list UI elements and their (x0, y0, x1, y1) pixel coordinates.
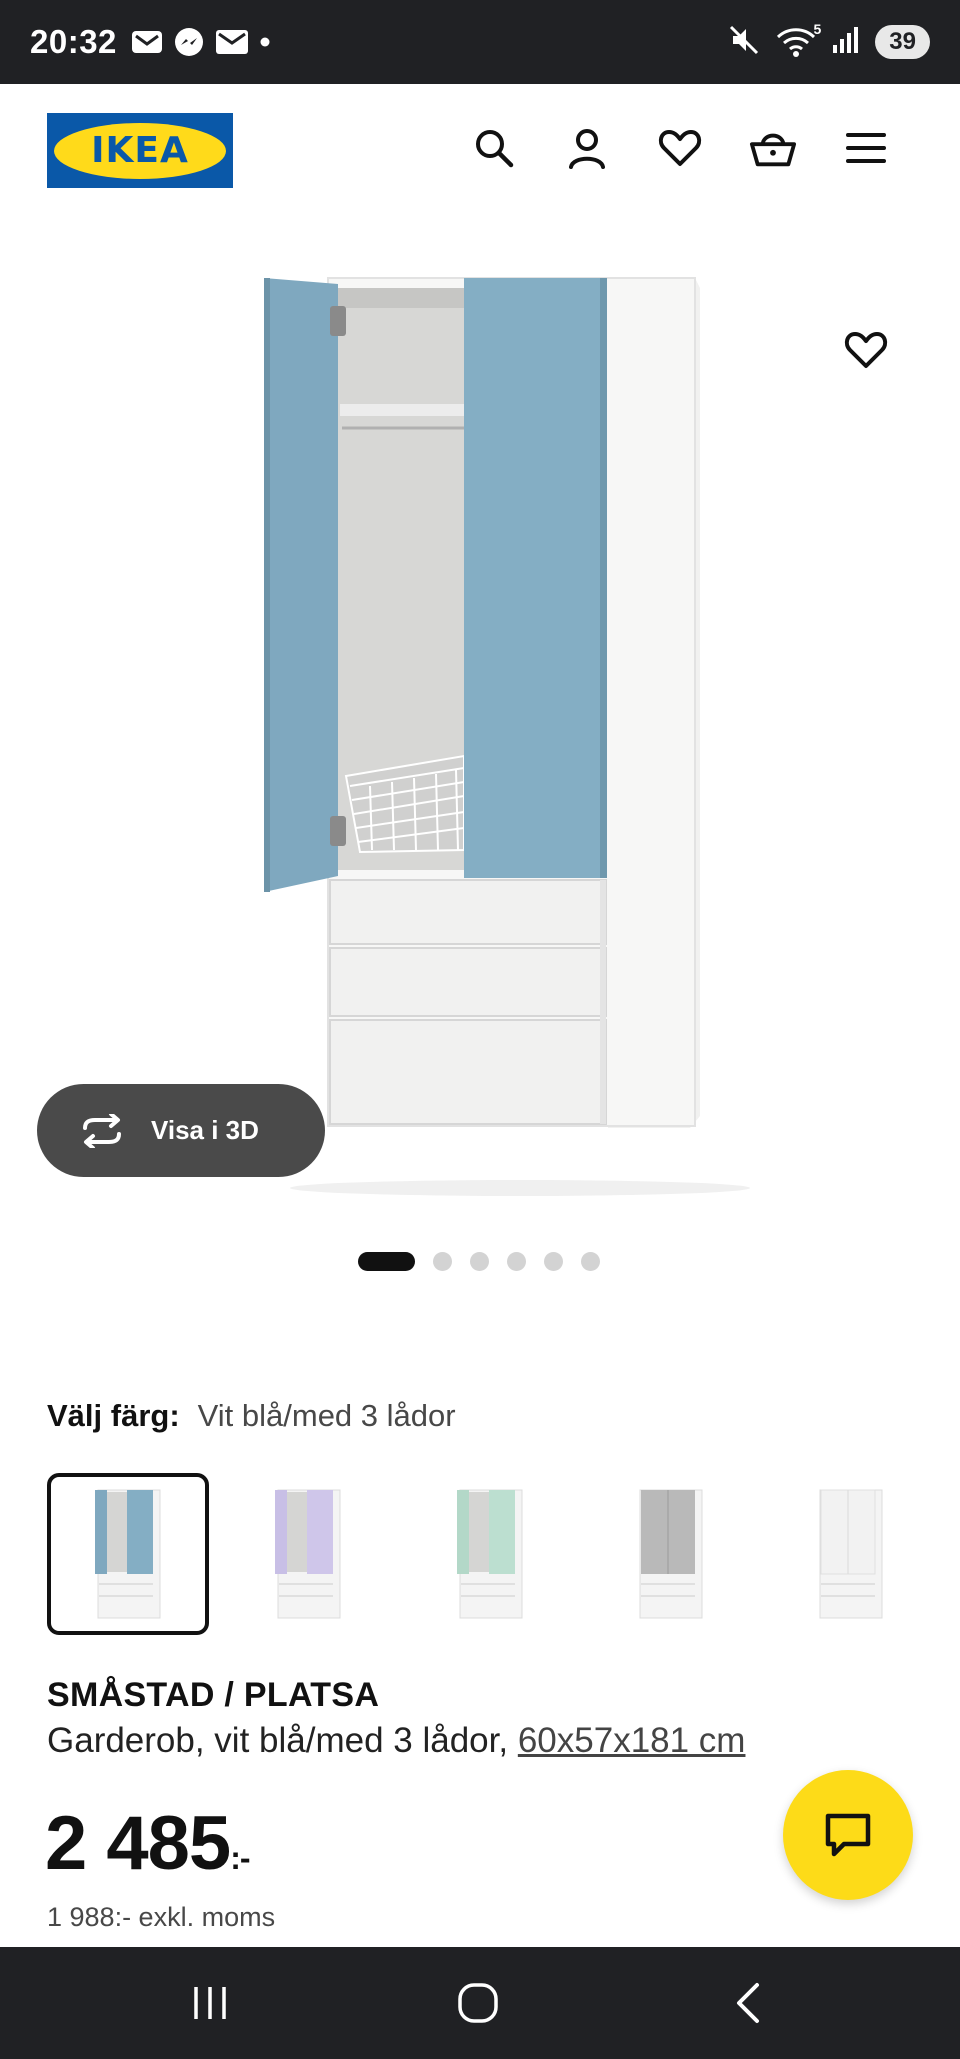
chat-icon (825, 1813, 871, 1857)
color-swatches (47, 1473, 927, 1635)
status-time: 20:32 (30, 23, 117, 60)
swatch-thumbnail (639, 1489, 703, 1619)
wardrobe-image (264, 277, 750, 1196)
home-icon[interactable] (448, 1977, 508, 2029)
status-bar: 20:32 5 39 (0, 0, 960, 84)
basket-icon[interactable] (749, 124, 797, 172)
price-excl-vat: 1 988:- exkl. moms (47, 1902, 276, 1932)
swatch-thumbnail (457, 1489, 523, 1619)
gmail-icon (131, 28, 163, 56)
favourites-icon[interactable] (656, 124, 704, 172)
mute-icon (727, 23, 761, 62)
price-value: 2 485 (45, 1801, 231, 1886)
signal-icon (831, 25, 861, 60)
product-name: SMÅSTAD / PLATSA (47, 1676, 380, 1714)
gallery-dot-4[interactable] (507, 1252, 526, 1271)
chat-button[interactable] (783, 1770, 913, 1900)
product-image-gallery[interactable] (0, 216, 960, 1226)
rotate-3d-icon (83, 1113, 121, 1148)
site-header: IKEA (0, 84, 960, 216)
color-picker-label-row: Välj färg: Vit blå/med 3 lådor (47, 1398, 456, 1434)
system-navigation-bar (0, 1947, 960, 2059)
swatch-thumbnail (819, 1489, 883, 1619)
mail-icon (215, 28, 249, 56)
color-picker-selected-value: Vit blå/med 3 lådor (197, 1398, 456, 1433)
back-icon[interactable] (718, 1977, 778, 2029)
product-dimensions-link[interactable]: 60x57x181 cm (518, 1721, 746, 1760)
menu-icon[interactable] (842, 124, 890, 172)
swatch-thumbnail (275, 1489, 341, 1619)
view-in-3d-label: Visa i 3D (151, 1115, 259, 1145)
gallery-pagination (358, 1252, 600, 1271)
swatch-white-blue[interactable] (47, 1473, 209, 1635)
product-price: 2 485:- (45, 1800, 251, 1887)
ikea-logo[interactable]: IKEA (47, 113, 233, 188)
notification-dot-icon (259, 36, 271, 48)
gallery-dot-2[interactable] (433, 1252, 452, 1271)
price-suffix: :- (230, 1840, 250, 1876)
heart-icon (844, 332, 888, 368)
logo-text: IKEA (54, 122, 226, 179)
swatch-thumbnail (95, 1489, 161, 1619)
view-in-3d-button[interactable]: Visa i 3D (37, 1084, 325, 1177)
wifi-icon: 5 (775, 21, 821, 59)
gallery-dot-3[interactable] (470, 1252, 489, 1271)
account-icon[interactable] (563, 124, 611, 172)
product-description-text: Garderob, vit blå/med 3 lådor, (47, 1721, 509, 1760)
add-to-favourites-button[interactable] (838, 322, 894, 378)
swatch-white-mint[interactable] (409, 1473, 571, 1635)
recent-apps-icon[interactable] (180, 1977, 240, 2029)
search-icon[interactable] (470, 124, 518, 172)
battery-indicator: 39 (875, 25, 930, 59)
gallery-dot-1[interactable] (358, 1252, 415, 1271)
swatch-white-grey[interactable] (589, 1473, 751, 1635)
wifi-label: 5 (813, 21, 822, 37)
gallery-dot-6[interactable] (581, 1252, 600, 1271)
gallery-dot-5[interactable] (544, 1252, 563, 1271)
swatch-white[interactable] (769, 1473, 931, 1635)
messenger-icon (173, 26, 205, 58)
color-picker-label: Välj färg: (47, 1398, 180, 1433)
swatch-white-lilac[interactable] (227, 1473, 389, 1635)
product-description: Garderob, vit blå/med 3 lådor, 60x57x181… (47, 1721, 745, 1761)
